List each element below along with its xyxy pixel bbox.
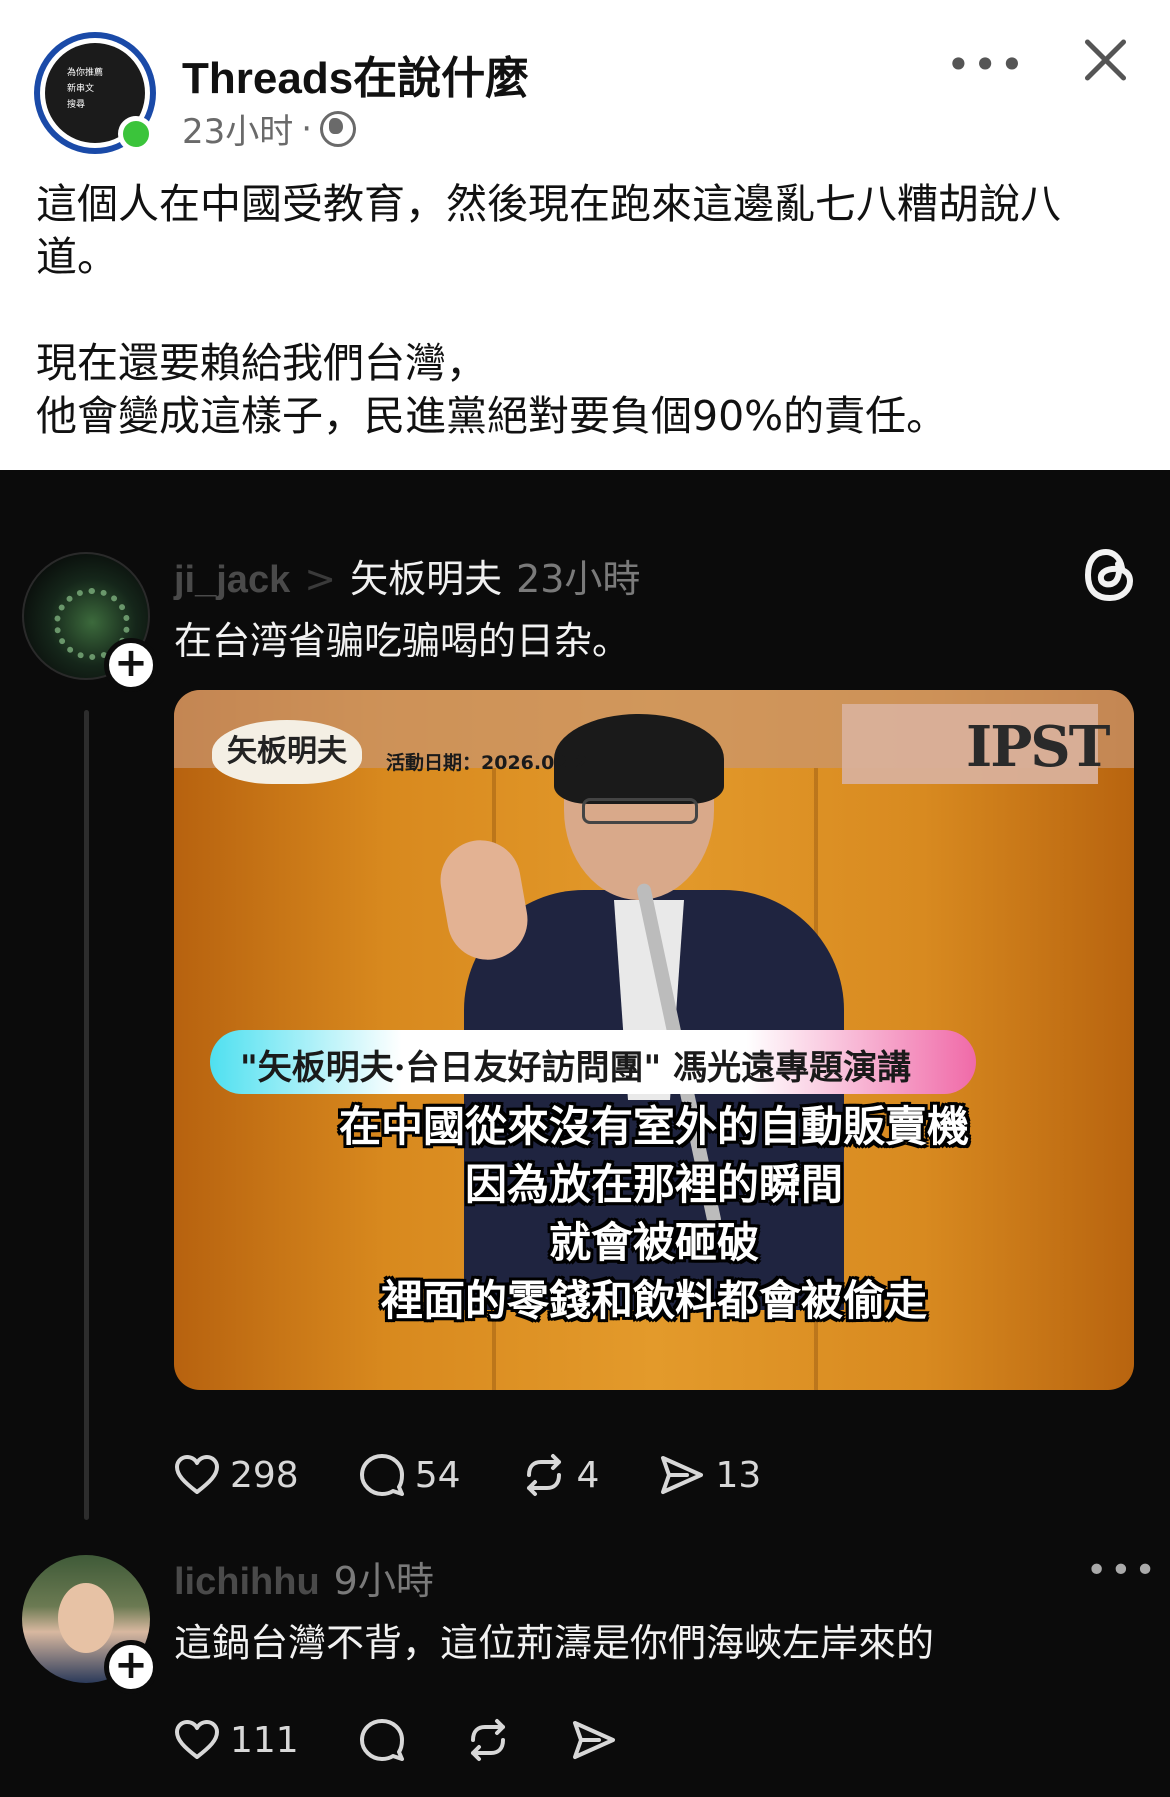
comment-button[interactable]: 54 xyxy=(359,1453,461,1497)
heart-icon xyxy=(175,1455,219,1494)
speaker-tag: 矢板明夫 xyxy=(212,720,362,784)
send-icon xyxy=(572,1721,615,1759)
subtitle-line: 在中國從來沒有室外的自動販賣機 xyxy=(338,1102,969,1151)
follow-plus-icon[interactable]: + xyxy=(104,1640,158,1694)
comment-button[interactable] xyxy=(359,1718,405,1762)
online-status-dot xyxy=(118,116,154,152)
thread-line xyxy=(84,710,89,1520)
send-icon xyxy=(661,1456,704,1494)
repost-icon xyxy=(526,1454,561,1496)
post-meta: 23小时 · xyxy=(182,104,357,153)
avatar-menu-item: 新串文 xyxy=(67,84,95,94)
post-header: lichihhu 9小時 xyxy=(174,1550,434,1605)
more-options-button[interactable]: ••• xyxy=(946,40,1026,89)
subtitle-line: 因為放在那裡的瞬間 xyxy=(464,1160,843,1209)
post-time: 23小時 xyxy=(516,557,641,601)
banner-text: "矢板明夫·台日友好訪問團" 馮光遠專題演講 xyxy=(240,1048,912,1088)
heart-icon xyxy=(175,1720,219,1759)
comment-count: 54 xyxy=(414,1454,461,1496)
like-count: 298 xyxy=(230,1454,299,1496)
share-button[interactable] xyxy=(571,1719,617,1761)
post-text: 這鍋台灣不背，這位荊濤是你們海峽左岸來的 xyxy=(174,1621,935,1665)
like-count: 111 xyxy=(230,1719,299,1761)
reply-to-name: 矢板明夫 xyxy=(350,557,503,601)
repost-icon xyxy=(470,1719,505,1761)
reply-to-user[interactable]: 矢板明夫 xyxy=(350,548,502,603)
meta-separator: · xyxy=(301,108,313,149)
reply-arrow-icon: > xyxy=(304,557,337,601)
more-options-button[interactable]: ••• xyxy=(1086,1550,1159,1591)
threads-screenshot: + ji_jack > 矢板明夫 23小時 在台湾省骗吃骗喝的日杂。 IPST … xyxy=(0,470,1170,1797)
repost-button[interactable]: 4 xyxy=(521,1453,600,1497)
post-header: ji_jack > 矢板明夫 23小時 xyxy=(174,548,640,603)
post-paragraph: 他會變成這樣子，民進黨絕對要負個90%的責任。 xyxy=(36,392,948,440)
comment-icon xyxy=(359,1719,404,1761)
facebook-post: 為你推薦 新串文 搜尋 Threads在說什麼 23小时 · ••• 這個人在中… xyxy=(0,0,1170,470)
follow-plus-icon[interactable]: + xyxy=(104,638,158,692)
repost-count: 4 xyxy=(576,1454,600,1496)
post-text: 這個人在中國受教育，然後現在跑來這邊亂七八糟胡說八道。 現在還要賴給我們台灣， … xyxy=(36,178,1136,443)
username[interactable]: ji_jack xyxy=(174,559,290,602)
post-time[interactable]: 23小时 xyxy=(182,104,293,153)
subtitle-line: 裡面的零錢和飲料都會被偷走 xyxy=(380,1276,927,1325)
video-thumbnail[interactable]: IPST 矢板明夫 活動日期：2026.02.21 "矢板明夫·台日友好訪問團"… xyxy=(174,690,1134,1390)
like-button[interactable]: 298 xyxy=(174,1454,299,1496)
subtitles: 在中國從來沒有室外的自動販賣機 因為放在那裡的瞬間 就會被砸破 裡面的零錢和飲料… xyxy=(174,1098,1134,1330)
avatar-menu-item: 搜尋 xyxy=(67,100,86,110)
channel-logo: IPST xyxy=(966,714,1110,780)
action-bar: 298 54 4 13 xyxy=(174,1453,821,1497)
post-text: 在台湾省骗吃骗喝的日杂。 xyxy=(174,619,631,663)
event-date: 活動日期：2026.02.21 xyxy=(386,752,602,774)
subtitle-line: 就會被砸破 xyxy=(548,1218,759,1267)
speaker-glasses xyxy=(582,798,698,824)
post-paragraph: 這個人在中國受教育，然後現在跑來這邊亂七八糟胡說八道。 xyxy=(36,180,1061,281)
page-name[interactable]: Threads在說什麼 xyxy=(182,42,529,106)
globe-icon xyxy=(320,110,357,147)
repost-button[interactable] xyxy=(465,1718,511,1762)
comment-icon xyxy=(359,1454,404,1496)
username[interactable]: lichihhu xyxy=(174,1561,320,1604)
post-time: 9小時 xyxy=(333,1559,434,1603)
share-count: 13 xyxy=(715,1454,762,1496)
close-icon[interactable] xyxy=(1080,32,1130,82)
action-bar: 111 xyxy=(174,1718,677,1762)
threads-logo-icon xyxy=(1084,548,1134,602)
post-paragraph: 現在還要賴給我們台灣， xyxy=(36,339,487,387)
like-button[interactable]: 111 xyxy=(174,1719,299,1761)
avatar-menu-item: 為你推薦 xyxy=(67,68,104,78)
share-button[interactable]: 13 xyxy=(659,1454,761,1496)
